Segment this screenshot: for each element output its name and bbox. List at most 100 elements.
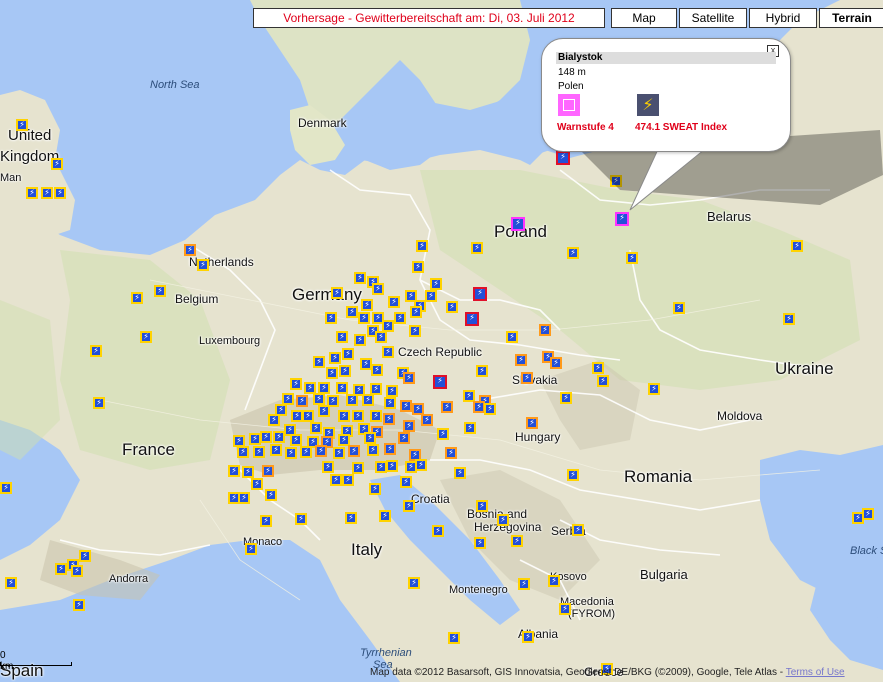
thunderstorm-marker-icon[interactable]: [339, 365, 351, 377]
thunderstorm-marker-icon[interactable]: [197, 259, 209, 271]
thunderstorm-marker-icon[interactable]: [90, 345, 102, 357]
thunderstorm-marker-icon[interactable]: [315, 445, 327, 457]
thunderstorm-marker-icon[interactable]: [238, 492, 250, 504]
thunderstorm-marker-icon[interactable]: [41, 187, 53, 199]
map-type-terrain-button[interactable]: Terrain: [819, 8, 883, 28]
thunderstorm-marker-icon[interactable]: [400, 400, 412, 412]
thunderstorm-marker-icon[interactable]: [154, 285, 166, 297]
thunderstorm-marker-icon[interactable]: [296, 395, 308, 407]
thunderstorm-marker-icon[interactable]: [295, 513, 307, 525]
map-type-satellite-button[interactable]: Satellite: [679, 8, 747, 28]
thunderstorm-marker-icon[interactable]: [285, 447, 297, 459]
thunderstorm-marker-icon[interactable]: [567, 247, 579, 259]
thunderstorm-marker-icon[interactable]: [184, 244, 196, 256]
thunderstorm-marker-icon[interactable]: [354, 272, 366, 284]
thunderstorm-marker-icon[interactable]: [382, 346, 394, 358]
thunderstorm-marker-icon[interactable]: [415, 459, 427, 471]
thunderstorm-marker-icon[interactable]: [506, 331, 518, 343]
thunderstorm-marker-icon[interactable]: [403, 420, 415, 432]
thunderstorm-marker-icon[interactable]: [432, 525, 444, 537]
thunderstorm-marker-icon[interactable]: [364, 432, 376, 444]
thunderstorm-marker-icon[interactable]: [290, 378, 302, 390]
thunderstorm-marker-icon[interactable]: [372, 283, 384, 295]
thunderstorm-marker-icon[interactable]: [338, 410, 350, 422]
thunderstorm-marker-icon[interactable]: [445, 447, 457, 459]
thunderstorm-marker-icon[interactable]: [448, 632, 460, 644]
thunderstorm-marker-icon[interactable]: [421, 414, 433, 426]
thunderstorm-marker-icon[interactable]: [260, 431, 272, 443]
thunderstorm-marker-icon[interactable]: [245, 543, 257, 555]
thunderstorm-marker-icon[interactable]: [354, 334, 366, 346]
thunderstorm-marker-icon[interactable]: [16, 119, 28, 131]
thunderstorm-marker-icon[interactable]: [26, 187, 38, 199]
thunderstorm-marker-icon[interactable]: [273, 431, 285, 443]
thunderstorm-marker-icon[interactable]: [302, 410, 314, 422]
thunderstorm-marker-icon[interactable]: [384, 443, 396, 455]
thunderstorm-marker-icon[interactable]: [379, 510, 391, 522]
thunderstorm-marker-icon[interactable]: [345, 512, 357, 524]
thunderstorm-marker-icon[interactable]: [326, 367, 338, 379]
thunderstorm-marker-icon[interactable]: [251, 478, 263, 490]
thunderstorm-marker-icon[interactable]: [518, 578, 530, 590]
map-type-hybrid-button[interactable]: Hybrid: [749, 8, 817, 28]
thunderstorm-marker-icon[interactable]: [300, 446, 312, 458]
thunderstorm-marker-icon[interactable]: [412, 261, 424, 273]
thunderstorm-marker-icon[interactable]: [791, 240, 803, 252]
thunderstorm-marker-icon[interactable]: [73, 599, 85, 611]
thunderstorm-marker-icon[interactable]: [548, 575, 560, 587]
thunderstorm-marker-icon[interactable]: [410, 306, 422, 318]
thunderstorm-marker-icon[interactable]: [265, 489, 277, 501]
thunderstorm-marker-icon[interactable]: [352, 410, 364, 422]
thunderstorm-marker-icon[interactable]: [626, 252, 638, 264]
thunderstorm-marker-icon[interactable]: [140, 331, 152, 343]
thunderstorm-marker-icon[interactable]: [615, 212, 629, 226]
thunderstorm-marker-icon[interactable]: [342, 348, 354, 360]
thunderstorm-marker-icon[interactable]: [610, 175, 622, 187]
thunderstorm-marker-icon[interactable]: [336, 382, 348, 394]
thunderstorm-marker-icon[interactable]: [54, 187, 66, 199]
thunderstorm-marker-icon[interactable]: [367, 444, 379, 456]
thunderstorm-marker-icon[interactable]: [383, 413, 395, 425]
thunderstorm-marker-icon[interactable]: [369, 483, 381, 495]
thunderstorm-marker-icon[interactable]: [673, 302, 685, 314]
thunderstorm-marker-icon[interactable]: [862, 508, 874, 520]
thunderstorm-marker-icon[interactable]: [336, 331, 348, 343]
thunderstorm-marker-icon[interactable]: [386, 385, 398, 397]
thunderstorm-marker-icon[interactable]: [388, 296, 400, 308]
thunderstorm-marker-icon[interactable]: [465, 312, 479, 326]
thunderstorm-marker-icon[interactable]: [93, 397, 105, 409]
thunderstorm-marker-icon[interactable]: [454, 467, 466, 479]
thunderstorm-marker-icon[interactable]: [348, 445, 360, 457]
thunderstorm-marker-icon[interactable]: [330, 474, 342, 486]
thunderstorm-marker-icon[interactable]: [550, 357, 562, 369]
thunderstorm-marker-icon[interactable]: [346, 306, 358, 318]
thunderstorm-marker-icon[interactable]: [268, 414, 280, 426]
thunderstorm-marker-icon[interactable]: [400, 476, 412, 488]
thunderstorm-marker-icon[interactable]: [237, 446, 249, 458]
thunderstorm-marker-icon[interactable]: [322, 461, 334, 473]
thunderstorm-marker-icon[interactable]: [446, 301, 458, 313]
thunderstorm-marker-icon[interactable]: [559, 603, 571, 615]
thunderstorm-marker-icon[interactable]: [318, 405, 330, 417]
thunderstorm-marker-icon[interactable]: [5, 577, 17, 589]
thunderstorm-marker-icon[interactable]: [375, 331, 387, 343]
thunderstorm-marker-icon[interactable]: [473, 287, 487, 301]
thunderstorm-marker-icon[interactable]: [384, 397, 396, 409]
thunderstorm-marker-icon[interactable]: [131, 292, 143, 304]
thunderstorm-marker-icon[interactable]: [592, 362, 604, 374]
thunderstorm-marker-icon[interactable]: [437, 428, 449, 440]
thunderstorm-marker-icon[interactable]: [358, 312, 370, 324]
thunderstorm-marker-icon[interactable]: [253, 446, 265, 458]
thunderstorm-marker-icon[interactable]: [352, 462, 364, 474]
thunderstorm-marker-icon[interactable]: [361, 299, 373, 311]
thunderstorm-marker-icon[interactable]: [329, 352, 341, 364]
thunderstorm-marker-icon[interactable]: [521, 372, 533, 384]
thunderstorm-marker-icon[interactable]: [526, 417, 538, 429]
thunderstorm-marker-icon[interactable]: [242, 466, 254, 478]
thunderstorm-marker-icon[interactable]: [511, 217, 525, 231]
thunderstorm-marker-icon[interactable]: [71, 565, 83, 577]
thunderstorm-marker-icon[interactable]: [497, 514, 509, 526]
thunderstorm-marker-icon[interactable]: [55, 563, 67, 575]
thunderstorm-marker-icon[interactable]: [515, 354, 527, 366]
thunderstorm-marker-icon[interactable]: [346, 394, 358, 406]
